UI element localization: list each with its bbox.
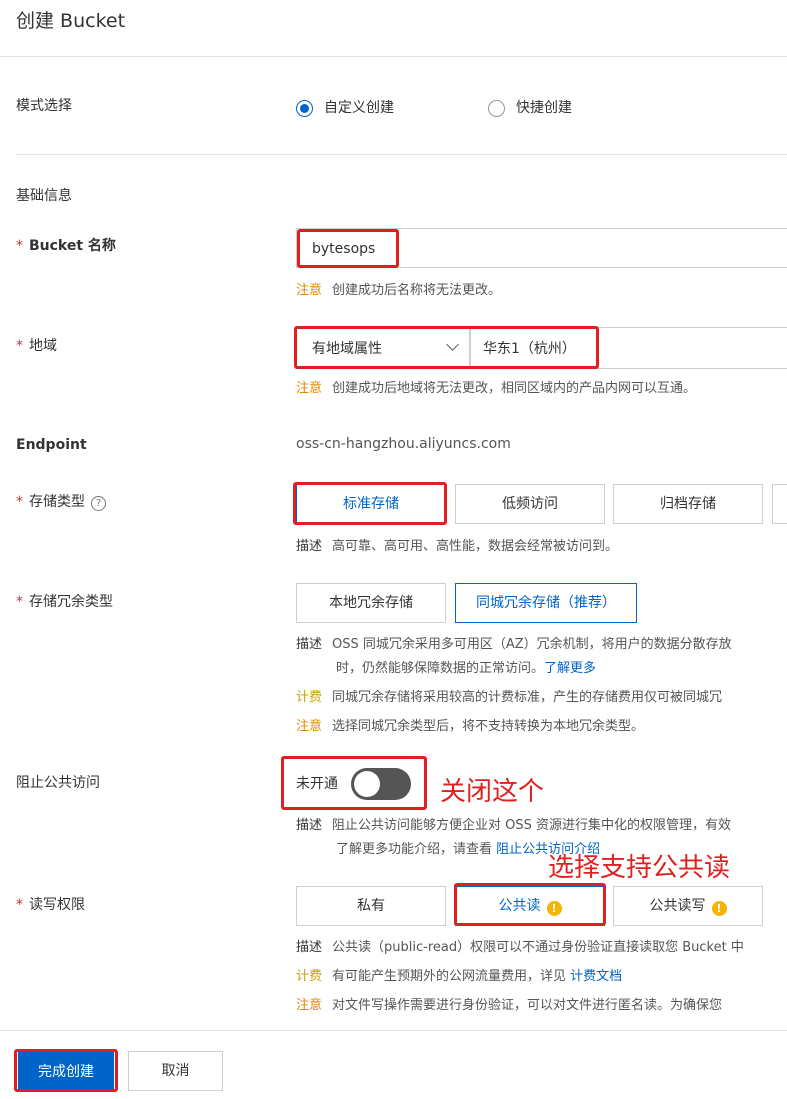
redundancy-warn: 注意 选择同城冗余类型后，将不支持转换为本地冗余类型。 [296,719,645,734]
acl-option-private[interactable]: 私有 [296,886,446,926]
bucket-name-hint: 注意 创建成功后名称将无法更改。 [296,283,502,298]
learn-more-link[interactable]: 了解更多 [544,661,596,676]
annotation-box-acl [454,883,606,926]
annotation-box-region [294,326,599,369]
annotation-box-toggle [281,756,427,810]
warning-icon: ! [711,901,727,916]
acl-label: * 读写权限 [16,897,85,913]
basic-section-title: 基础信息 [16,188,72,204]
mode-label: 模式选择 [16,98,72,114]
redundancy-option-zrs[interactable]: 同城冗余存储（推荐） [455,583,637,623]
block-public-label: 阻止公共访问 [16,775,100,791]
fee-doc-link[interactable]: 计费文档 [570,969,622,984]
storage-option-archive[interactable]: 归档存储 [613,484,763,524]
bucket-name-label: * Bucket 名称 [16,238,116,254]
block-public-desc-line1: 描述 阻止公共访问能够方便企业对 OSS 资源进行集中化的权限管理，有效 [296,818,732,833]
storage-class-desc: 描述 高可靠、高可用、高性能，数据会经常被访问到。 [296,539,619,554]
mode-radio-quick[interactable] [488,100,505,117]
storage-option-more[interactable] [772,484,787,524]
page-title: 创建 Bucket [16,10,126,32]
acl-fee: 计费 有可能产生预期外的公网流量费用，详见 计费文档 [296,969,623,984]
storage-class-label: * 存储类型? [16,492,106,512]
storage-option-ia[interactable]: 低频访问 [455,484,605,524]
footer-divider [0,1030,787,1031]
help-icon[interactable]: ? [91,496,106,511]
acl-desc: 描述 公共读（public-read）权限可以不通过身份验证直接读取您 Bucke… [296,940,744,955]
redundancy-label: * 存储冗余类型 [16,594,113,610]
redundancy-fee: 计费 同城冗余存储将采用较高的计费标准，产生的存储费用仅可被同城冗 [296,690,723,705]
mode-option-quick[interactable]: 快捷创建 [516,98,572,118]
annotation-box-bucket-name [297,229,399,268]
mode-option-custom[interactable]: 自定义创建 [324,98,394,118]
mode-divider [16,154,787,155]
mode-radio-custom[interactable] [296,100,313,117]
redundancy-option-lrs[interactable]: 本地冗余存储 [296,583,446,623]
annotation-close-this: 关闭这个 [440,777,545,807]
region-label: * 地域 [16,338,57,354]
redundancy-desc-line2: 时，仍然能够保障数据的正常访问。了解更多 [336,661,597,676]
acl-option-public-read-write[interactable]: 公共读写! [613,886,763,926]
annotation-choose-public-read: 选择支持公共读 [548,853,731,883]
header-divider [0,56,787,57]
region-hint: 注意 创建成功后地域将无法更改，相同区域内的产品内网可以互通。 [296,381,697,396]
acl-warn: 注意 对文件写操作需要进行身份验证，可以对文件进行匿名读。为确保您 [296,998,723,1013]
endpoint-value: oss-cn-hangzhou.aliyuncs.com [296,436,511,452]
annotation-box-storage [293,482,447,525]
redundancy-desc-line1: 描述 OSS 同城冗余采用多可用区（AZ）冗余机制，将用户的数据分散存放 [296,637,732,652]
cancel-button[interactable]: 取消 [128,1051,223,1091]
annotation-box-confirm [14,1049,118,1092]
endpoint-label: Endpoint [16,437,87,453]
